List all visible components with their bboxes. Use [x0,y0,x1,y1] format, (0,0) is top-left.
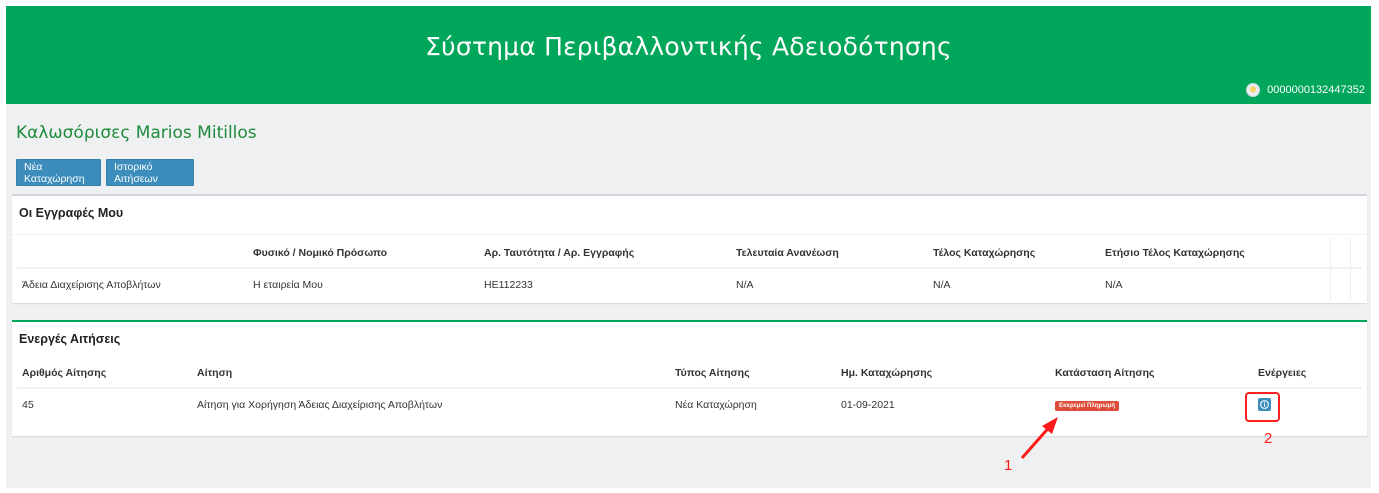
column-header: Αίτηση [192,358,670,389]
column-header [1329,238,1350,269]
annotation-label-1: 1 [1004,457,1013,474]
welcome-message: Καλωσόρισες Marios Mitillos [16,123,257,143]
column-header: Ετήσιο Τέλος Καταχώρησης [1100,238,1330,269]
table-header-row: Φυσικό / Νομικό Πρόσωπο Αρ. Ταυτότητα / … [17,238,1362,269]
table-header-row: Αριθμός Αίτησης Αίτηση Τύπος Αίτησης Ημ.… [17,358,1362,389]
table-cell: HE112233 [479,267,731,300]
column-header: Τέλος Καταχώρησης [928,238,1100,269]
annotation-arrow-icon [1020,417,1058,459]
divider [12,234,1367,235]
column-header: Ενέργειες [1253,358,1362,389]
panel-title: Ενεργές Αιτήσεις [19,332,121,346]
user-id: 0000000132447352 [1267,84,1365,96]
application-type: Νέα Καταχώρηση [670,387,836,420]
column-header: Αριθμός Αίτησης [17,358,192,389]
user-menu[interactable]: 0000000132447352 [1246,83,1365,97]
app-header: Σύστημα Περιβαλλοντικής Αδειοδότησης 000… [6,6,1371,104]
table-cell: Η εταιρεία Μου [248,267,479,300]
table-cell [1329,267,1350,300]
column-header: Τύπος Αίτησης [670,358,836,389]
table-row[interactable]: 45 Αίτηση για Χορήγηση Άδειας Διαχείριση… [17,387,1362,420]
table-cell: N/A [928,267,1100,300]
column-header: Φυσικό / Νομικό Πρόσωπο [248,238,479,269]
active-applications-table: Αριθμός Αίτησης Αίτηση Τύπος Αίτησης Ημ.… [17,358,1362,420]
table-cell [1349,267,1362,300]
column-header: Τελευταία Ανανέωση [731,238,928,269]
user-avatar-icon [1246,83,1261,97]
table-cell: Άδεια Διαχείρισης Αποβλήτων [17,267,248,300]
application-number: 45 [17,387,192,420]
column-header: Αρ. Ταυτότητα / Αρ. Εγγραφής [479,238,731,269]
new-entry-button[interactable]: Νέα Καταχώρηση [16,159,101,186]
table-cell: N/A [1100,267,1330,300]
panel-title: Οι Εγγραφές Μου [19,206,124,220]
table-row[interactable]: Άδεια Διαχείρισης Αποβλήτων Η εταιρεία Μ… [17,267,1362,300]
table-cell: N/A [731,267,928,300]
annotation-highlight-box [1245,392,1280,422]
column-header: Κατάσταση Αίτησης [1050,358,1253,389]
annotation-label-2: 2 [1264,430,1273,447]
my-registrations-panel: Οι Εγγραφές Μου Φυσικό / Νομικό Πρόσωπο … [12,194,1367,303]
column-header [17,238,248,269]
application-name: Αίτηση για Χορήγηση Άδειας Διαχείρισης Α… [192,387,670,420]
active-applications-panel: Ενεργές Αιτήσεις Αριθμός Αίτησης Αίτηση … [12,320,1367,436]
application-history-button[interactable]: Ιστορικό Αιτήσεων [106,159,194,186]
registrations-table: Φυσικό / Νομικό Πρόσωπο Αρ. Ταυτότητα / … [17,238,1362,300]
app-title: Σύστημα Περιβαλλοντικής Αδειοδότησης [425,32,952,61]
column-header [1349,238,1362,269]
status-cell: Εκκρεμεί Πληρωμή [1050,387,1253,420]
status-badge: Εκκρεμεί Πληρωμή [1055,401,1120,411]
column-header: Ημ. Καταχώρησης [836,358,1050,389]
